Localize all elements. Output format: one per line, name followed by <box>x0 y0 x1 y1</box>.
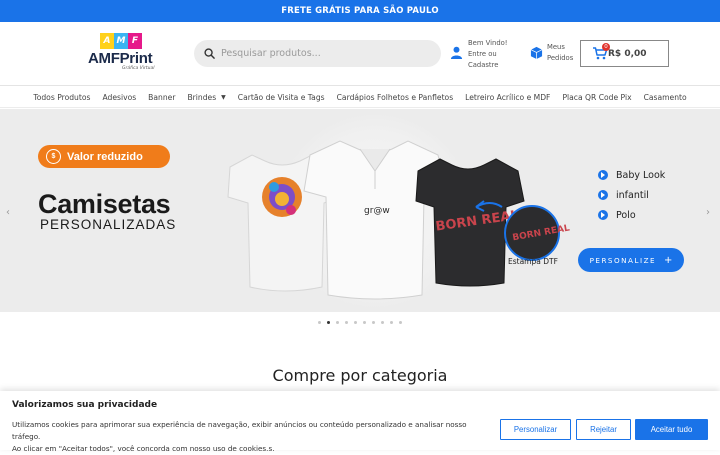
account-login[interactable]: Entre ou <box>468 49 508 60</box>
slider-dot[interactable] <box>345 321 348 324</box>
option-item: infantil <box>598 189 665 201</box>
nav-placa-qr[interactable]: Placa QR Code Pix <box>562 93 631 102</box>
cookie-accept-button[interactable]: Aceitar tudo <box>635 419 708 440</box>
slider-dots <box>0 321 720 324</box>
slider-dot[interactable] <box>390 321 393 324</box>
estampa-dtf-label: Estampa DTF <box>508 257 558 266</box>
nav-letreiro[interactable]: Letreiro Acrílico e MDF <box>465 93 550 102</box>
search-icon[interactable] <box>204 48 215 59</box>
account-register[interactable]: Cadastre <box>468 60 508 71</box>
play-bullet-icon <box>598 190 608 200</box>
main-navigation: Todos Produtos Adesivos Banner Brindes ▼ … <box>0 87 720 108</box>
logo-letter-f: F <box>128 33 142 49</box>
nav-cardapios[interactable]: Cardápios Folhetos e Panfletos <box>337 93 454 102</box>
shirt-options-list: Baby Look infantil Polo <box>598 169 665 229</box>
play-bullet-icon <box>598 210 608 220</box>
option-label: Baby Look <box>616 169 666 181</box>
tshirts-image: gr@w BORN REAL BORN REAL <box>227 140 571 300</box>
logo-tagline: Gráfica Virtual <box>122 66 155 71</box>
free-shipping-bar: FRETE GRÁTIS PARA SÃO PAULO <box>0 0 720 22</box>
chevron-down-icon: ▼ <box>221 93 226 101</box>
user-icon <box>450 46 463 59</box>
hero-banner[interactable]: ‹ › $ Valor reduzido Camisetas PERSONALI… <box>0 109 720 312</box>
cookie-text-line1: Utilizamos cookies para aprimorar sua ex… <box>12 420 467 441</box>
cart-total: R$ 0,00 <box>608 48 647 59</box>
nav-adesivos[interactable]: Adesivos <box>102 93 136 102</box>
cookie-title: Valorizamos sua privacidade <box>12 400 158 410</box>
slider-dot[interactable] <box>363 321 366 324</box>
logo-letter-m: M <box>114 33 128 49</box>
orders-line1: Meus <box>547 43 565 51</box>
discount-badge-label: Valor reduzido <box>67 150 143 163</box>
account-link[interactable]: Bem Vindo! Entre ou Cadastre <box>450 38 516 70</box>
slider-dot[interactable] <box>372 321 375 324</box>
category-section-title: Compre por categoria <box>272 366 448 385</box>
polo-logo-text: gr@w <box>364 206 390 216</box>
nav-todos-produtos[interactable]: Todos Produtos <box>33 93 90 102</box>
slider-dot[interactable] <box>399 321 402 324</box>
cookie-banner: Valorizamos sua privacidade Utilizamos c… <box>0 391 720 453</box>
slider-prev-icon[interactable]: ‹ <box>6 207 10 218</box>
play-bullet-icon <box>598 170 608 180</box>
hero-title: Camisetas <box>38 189 171 219</box>
option-item: Baby Look <box>598 169 665 181</box>
option-label: infantil <box>616 189 649 201</box>
nav-brindes-label: Brindes <box>187 92 217 102</box>
logo-letter-a: A <box>100 33 114 49</box>
plus-icon: + <box>664 254 673 266</box>
cart-count-badge: 0 <box>602 43 610 51</box>
nav-cartao-de-visita[interactable]: Cartão de Visita e Tags <box>238 93 325 102</box>
slider-dot[interactable] <box>354 321 357 324</box>
nav-casamento[interactable]: Casamento <box>644 93 687 102</box>
personalize-button[interactable]: PERSONALIZE + <box>578 248 684 272</box>
slider-dot[interactable] <box>318 321 321 324</box>
cart-button[interactable]: 0 R$ 0,00 <box>580 40 669 67</box>
site-header: A M F AMFPrint Gráfica Virtual Bem Vindo… <box>0 22 720 86</box>
cookie-text-line2: Ao clicar em "Aceitar todos", você conco… <box>12 444 275 453</box>
price-tag-icon: $ <box>46 149 61 164</box>
slider-next-icon[interactable]: › <box>706 207 710 218</box>
logo-wordmark: AMFPrint <box>88 50 153 67</box>
hero-subtitle: PERSONALIZADAS <box>40 217 177 232</box>
search-input[interactable] <box>221 48 421 59</box>
cookie-reject-button[interactable]: Rejeitar <box>576 419 631 440</box>
box-icon <box>530 46 543 59</box>
slider-dot[interactable] <box>327 321 330 324</box>
search-bar[interactable] <box>194 40 441 67</box>
option-label: Polo <box>616 209 636 221</box>
cookie-customize-button[interactable]: Personalizar <box>500 419 571 440</box>
logo-mark: A M F <box>100 33 142 49</box>
personalize-button-label: PERSONALIZE <box>589 255 657 265</box>
slider-dot[interactable] <box>381 321 384 324</box>
free-shipping-text: FRETE GRÁTIS PARA SÃO PAULO <box>281 6 439 16</box>
orders-link[interactable]: Meus Pedidos <box>530 42 580 68</box>
site-logo[interactable]: A M F AMFPrint Gráfica Virtual <box>88 32 164 76</box>
discount-badge: $ Valor reduzido <box>38 145 170 168</box>
account-greeting: Bem Vindo! <box>468 39 508 47</box>
nav-brindes[interactable]: Brindes ▼ <box>187 93 225 102</box>
orders-line2: Pedidos <box>547 54 574 62</box>
option-item: Polo <box>598 209 665 221</box>
slider-dot[interactable] <box>336 321 339 324</box>
nav-banner[interactable]: Banner <box>148 93 175 102</box>
